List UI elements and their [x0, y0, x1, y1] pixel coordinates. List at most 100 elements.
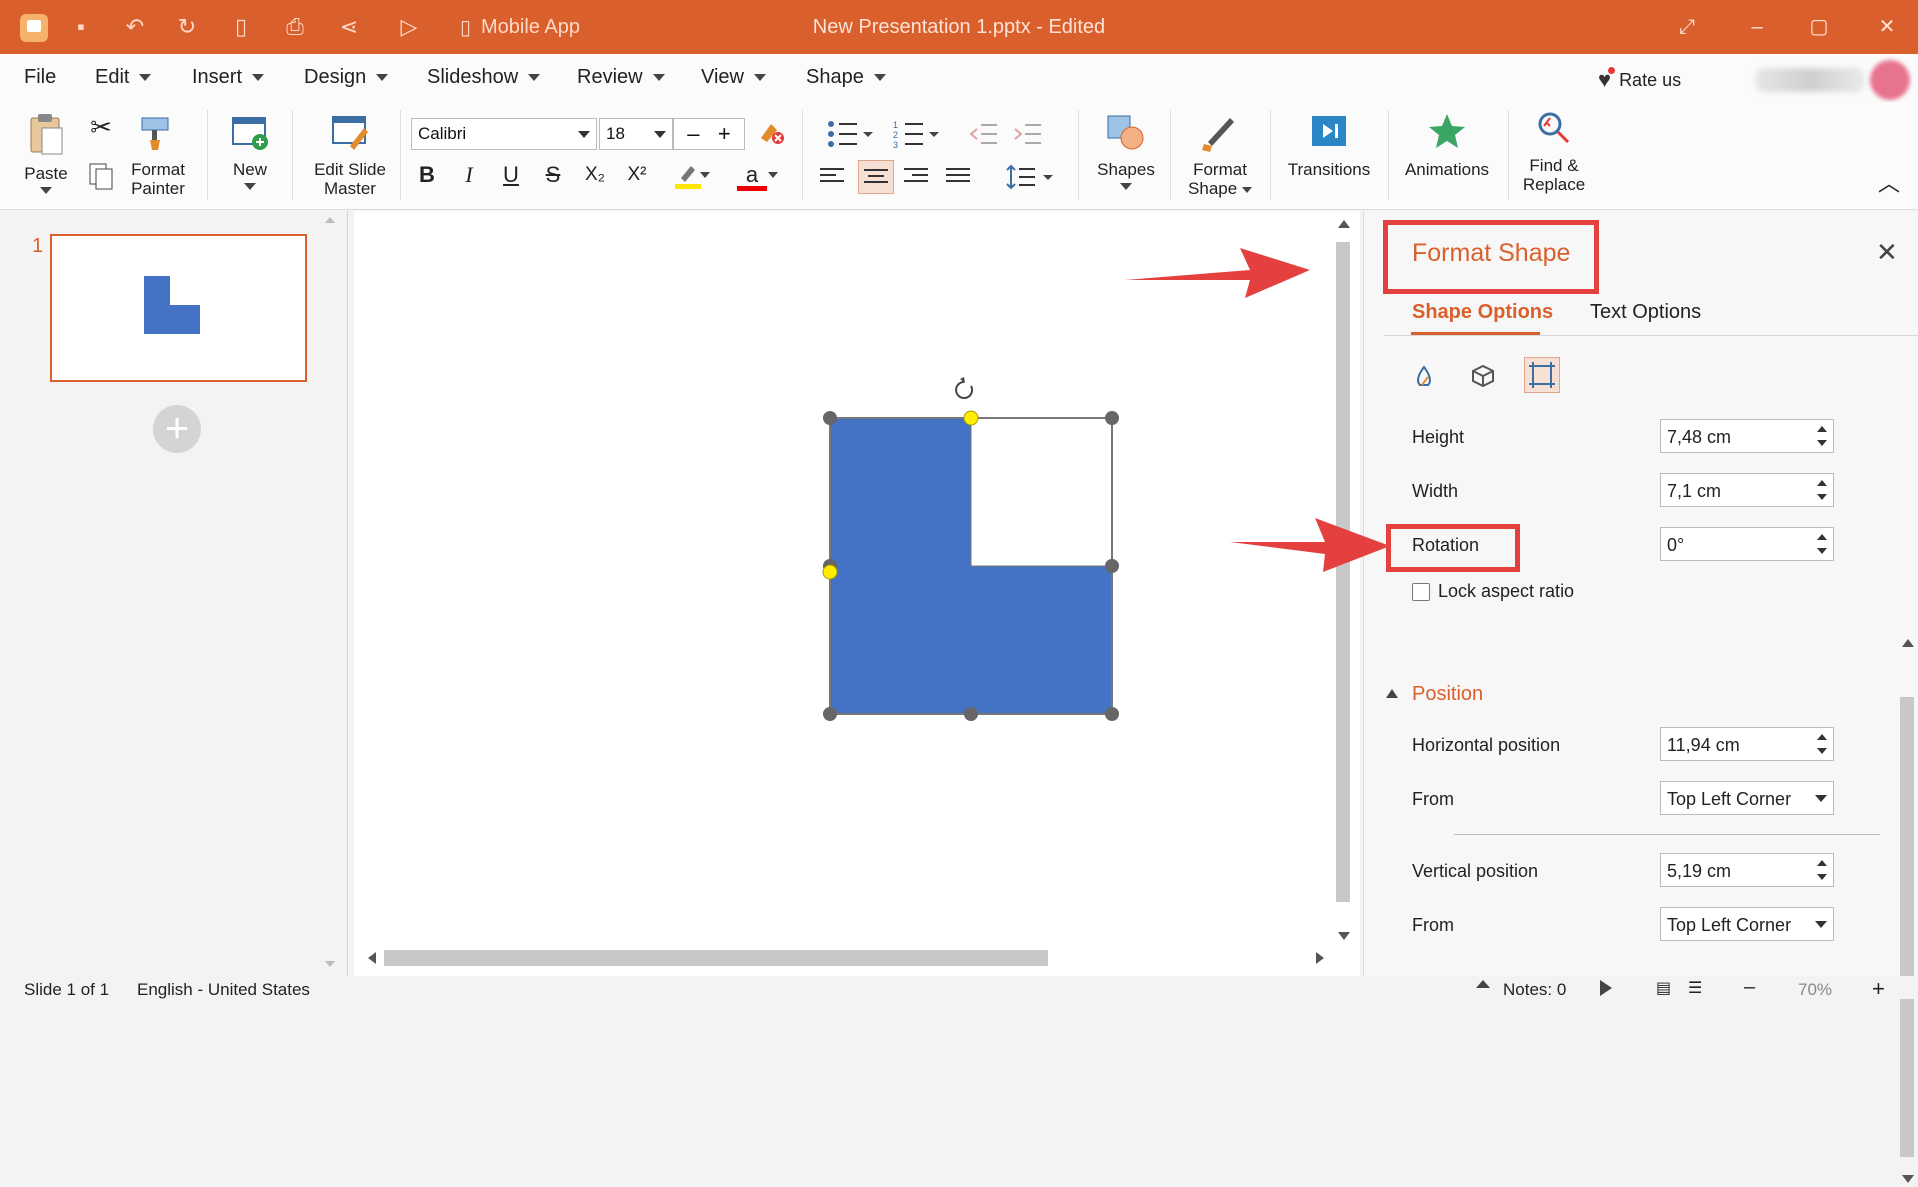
notes-toggle-icon[interactable]	[1476, 980, 1490, 988]
align-right-icon[interactable]	[902, 164, 932, 186]
menu-file[interactable]: File	[24, 66, 56, 89]
zoom-level[interactable]: 70%	[1798, 980, 1832, 1000]
chevron-down-icon	[754, 74, 766, 81]
slide-number: 1	[32, 235, 44, 257]
bullets-button[interactable]	[826, 120, 876, 152]
justify-icon[interactable]	[944, 164, 974, 186]
horizontal-from-select[interactable]: Top Left Corner	[1660, 781, 1834, 815]
close-window-icon[interactable]: ✕	[1872, 12, 1902, 42]
bold-icon[interactable]: B	[412, 160, 442, 190]
chevron-down-icon	[376, 74, 389, 81]
fullscreen-icon[interactable]: ⤢	[1672, 12, 1702, 42]
new-slide-icon	[232, 117, 268, 150]
menu-slideshow[interactable]: Slideshow	[427, 66, 541, 89]
animations-button[interactable]: Animations	[1402, 112, 1492, 179]
align-center-icon[interactable]	[858, 160, 894, 194]
font-color-button[interactable]: a	[728, 160, 778, 191]
find-replace-button[interactable]: Find & Replace	[1520, 108, 1588, 194]
decrease-font-icon[interactable]: –	[687, 121, 699, 146]
menu-review[interactable]: Review	[577, 66, 665, 89]
strikethrough-icon[interactable]: S	[538, 160, 568, 190]
rate-us-button[interactable]: ♥ Rate us	[1598, 67, 1681, 93]
canvas-horizontal-scrollbar[interactable]	[356, 944, 1324, 972]
width-input[interactable]: 7,1 cm	[1660, 473, 1834, 507]
zoom-out-icon[interactable]: –	[1744, 976, 1755, 999]
font-size-select[interactable]: 18	[599, 118, 673, 150]
spin-down-icon	[1817, 548, 1827, 554]
menu-design[interactable]: Design	[304, 66, 389, 89]
numbering-button[interactable]: 123	[892, 120, 942, 152]
effects-cube-icon[interactable]	[1470, 363, 1496, 389]
subscript-icon[interactable]: X₂	[580, 160, 610, 190]
format-painter-button[interactable]: Format Painter	[126, 112, 190, 198]
tab-text-options[interactable]: Text Options	[1590, 301, 1701, 324]
tab-shape-options[interactable]: Shape Options	[1412, 301, 1553, 324]
zoom-in-icon[interactable]: +	[1872, 976, 1885, 1002]
avatar[interactable]	[1870, 60, 1910, 100]
menu-edit[interactable]: Edit	[95, 66, 152, 89]
fill-line-icon[interactable]	[1412, 363, 1438, 389]
slide-canvas[interactable]	[354, 211, 1360, 976]
scroll-up-arrow[interactable]	[325, 217, 335, 223]
notes-count[interactable]: Notes: 0	[1503, 980, 1566, 1000]
lock-aspect-label: Lock aspect ratio	[1438, 581, 1575, 601]
paste-button[interactable]: Paste	[22, 112, 70, 198]
new-slide-button[interactable]: New	[224, 112, 276, 194]
title-bar: ▪ ↶ ↻ ▯ ⎙ ⋖ ▷ ▯ Mobile App New Presentat…	[0, 0, 1918, 54]
format-shape-button[interactable]: Format Shape	[1184, 112, 1256, 198]
menu-insert[interactable]: Insert	[192, 66, 265, 89]
rotate-handle-icon	[955, 377, 974, 399]
line-spacing-button[interactable]	[1004, 164, 1056, 194]
scroll-down-arrow[interactable]	[325, 961, 335, 967]
language[interactable]: English - United States	[137, 980, 310, 1000]
font-name-select[interactable]: Calibri	[411, 118, 597, 150]
clipboard-icon	[30, 114, 63, 155]
height-input[interactable]: 7,48 cm	[1660, 419, 1834, 453]
cut-icon[interactable]: ✂	[86, 114, 116, 140]
collapse-triangle-icon[interactable]	[1386, 689, 1398, 698]
clear-format-icon[interactable]	[756, 118, 786, 148]
reading-view-icon[interactable]: ☰	[1688, 978, 1702, 998]
underline-icon[interactable]: U	[496, 160, 526, 190]
lock-aspect-checkbox[interactable]	[1412, 583, 1430, 601]
transitions-icon	[1312, 116, 1346, 146]
shapes-button[interactable]: Shapes	[1096, 112, 1156, 194]
minimize-icon[interactable]: –	[1742, 12, 1772, 42]
size-properties-icon[interactable]	[1524, 357, 1560, 393]
increase-indent-icon[interactable]	[1012, 122, 1044, 150]
maximize-icon[interactable]: ▢	[1804, 12, 1834, 42]
menu-shape[interactable]: Shape	[806, 66, 886, 89]
italic-icon[interactable]: I	[454, 160, 484, 190]
increase-font-icon[interactable]: +	[718, 121, 731, 146]
rotation-input[interactable]: 0°	[1660, 527, 1834, 561]
align-left-icon[interactable]	[818, 164, 848, 186]
copy-icon[interactable]	[86, 162, 116, 194]
chevron-down-icon	[528, 74, 541, 81]
chevron-down-icon	[139, 74, 152, 81]
spin-up-icon	[1817, 426, 1827, 432]
normal-view-icon[interactable]: ▤	[1656, 978, 1671, 998]
status-bar: Slide 1 of 1 English - United States Not…	[0, 976, 1918, 1002]
font-size-stepper[interactable]: – +	[673, 118, 745, 150]
chevron-down-icon	[1815, 921, 1827, 928]
play-icon[interactable]	[1600, 980, 1612, 996]
paintbrush-icon	[141, 117, 169, 150]
format-pane-scrollbar[interactable]	[1896, 427, 1918, 1187]
canvas-vertical-scrollbar[interactable]	[1332, 216, 1354, 941]
menu-view[interactable]: View	[701, 66, 766, 89]
vertical-from-select[interactable]: Top Left Corner	[1660, 907, 1834, 941]
decrease-indent-icon[interactable]	[968, 122, 1000, 150]
vertical-position-input[interactable]: 5,19 cm	[1660, 853, 1834, 887]
slide-thumbnail[interactable]	[50, 234, 307, 382]
user-name[interactable]	[1755, 68, 1865, 92]
transitions-button[interactable]: Transitions	[1284, 112, 1374, 179]
horizontal-position-input[interactable]: 11,94 cm	[1660, 727, 1834, 761]
collapse-ribbon-icon[interactable]: ︿	[1876, 173, 1902, 195]
position-section-header[interactable]: Position	[1412, 683, 1483, 706]
add-slide-button[interactable]: +	[153, 405, 201, 453]
superscript-icon[interactable]: X²	[622, 160, 652, 190]
highlight-color-button[interactable]	[664, 160, 712, 190]
edit-slide-master-button[interactable]: Edit Slide Master	[310, 112, 390, 198]
close-icon[interactable]: ✕	[1876, 237, 1898, 268]
spin-up-icon	[1817, 860, 1827, 866]
